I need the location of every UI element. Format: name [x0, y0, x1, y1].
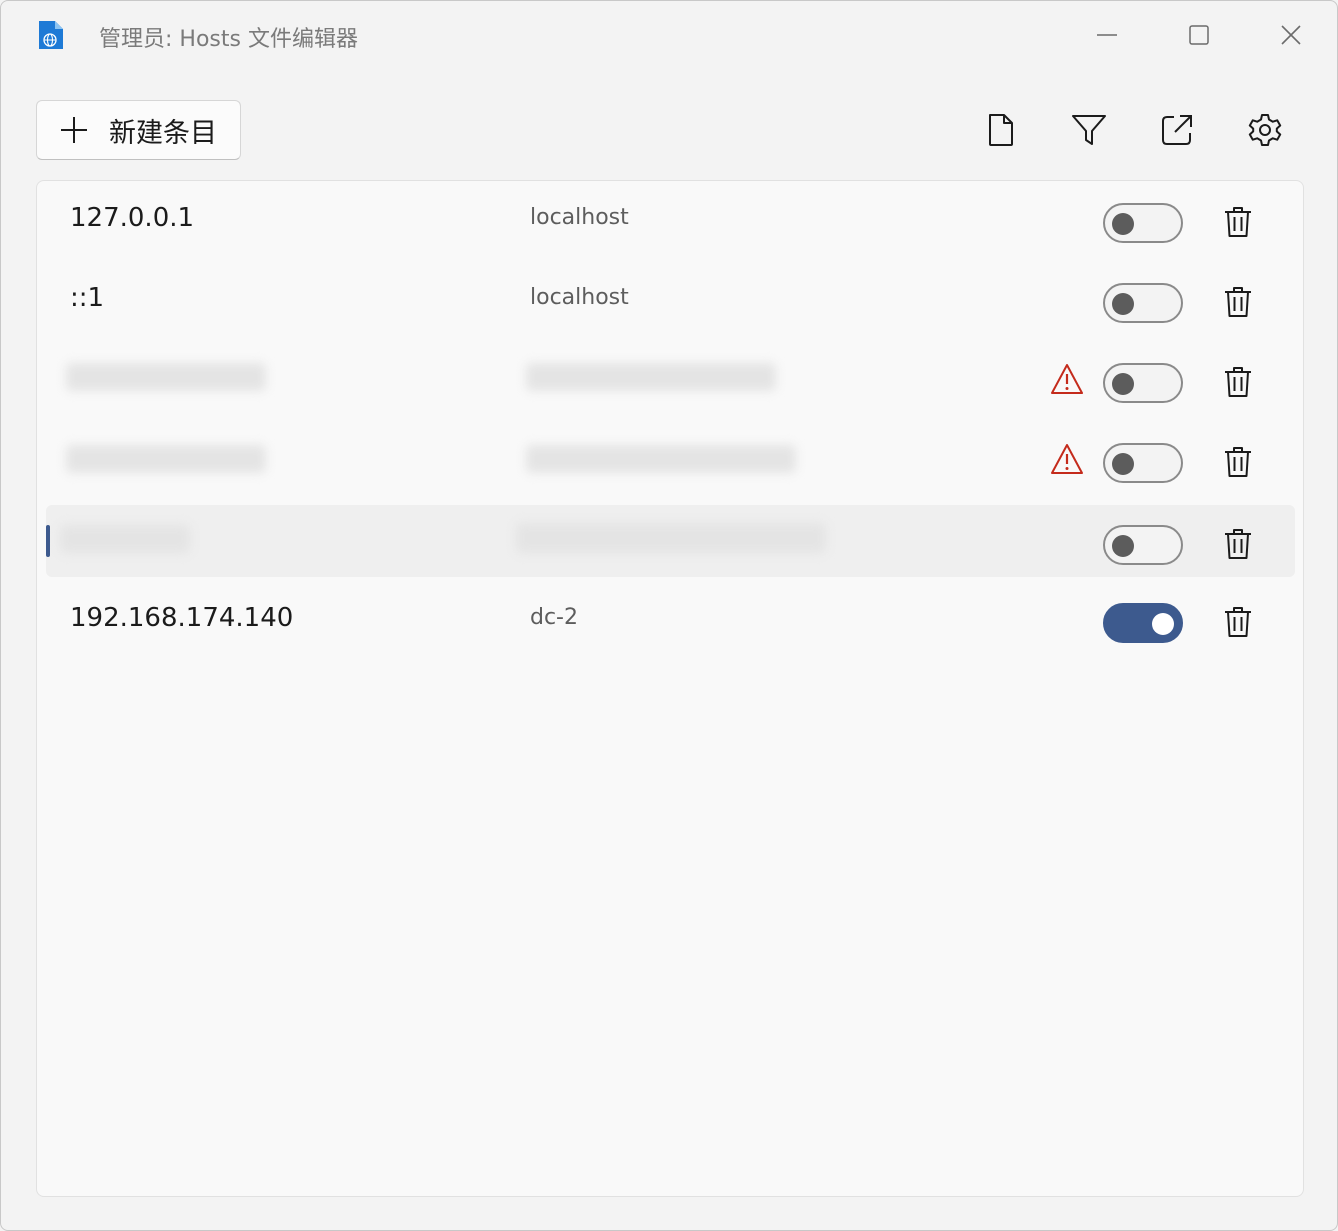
redacted-hosts — [516, 523, 826, 553]
maximize-icon — [1189, 25, 1209, 45]
toggle-knob — [1112, 213, 1134, 235]
filter-button[interactable] — [1066, 107, 1112, 153]
toggle-knob — [1112, 373, 1134, 395]
title-bar[interactable]: 管理员: Hosts 文件编辑器 — [1, 1, 1337, 71]
redacted-hosts — [526, 445, 796, 473]
entry-active-toggle[interactable] — [1103, 283, 1183, 323]
toggle-knob — [1112, 453, 1134, 475]
minimize-icon — [1097, 34, 1117, 36]
open-hosts-file-button[interactable] — [978, 107, 1024, 153]
entry-ip: 192.168.174.140 — [70, 603, 294, 633]
toggle-knob — [1152, 613, 1174, 635]
hosts-entry-list: 127.0.0.1 localhost ::1 localhost 192.16… — [36, 180, 1304, 1197]
entry-hosts: localhost — [530, 205, 629, 230]
maximize-button[interactable] — [1159, 7, 1239, 63]
selection-indicator — [46, 525, 50, 557]
list-item-selected[interactable] — [46, 505, 1295, 577]
entry-active-toggle[interactable] — [1103, 363, 1183, 403]
toggle-knob — [1112, 293, 1134, 315]
delete-icon[interactable] — [1222, 205, 1254, 239]
new-entry-button[interactable]: 新建条目 — [36, 100, 241, 160]
delete-icon[interactable] — [1222, 605, 1254, 639]
entry-ip: 127.0.0.1 — [70, 203, 195, 233]
open-external-icon — [1162, 115, 1192, 145]
entry-hosts: localhost — [530, 285, 629, 310]
new-entry-label: 新建条目 — [109, 117, 217, 149]
redacted-ip — [66, 363, 266, 391]
redacted-hosts — [526, 363, 776, 391]
settings-icon — [1248, 114, 1282, 146]
filter-icon — [1072, 115, 1106, 145]
toggle-knob — [1112, 535, 1134, 557]
hosts-editor-window: 管理员: Hosts 文件编辑器 新建条目 127.0.0.1 localhos… — [0, 0, 1338, 1231]
warning-icon — [1051, 364, 1083, 394]
entry-active-toggle[interactable] — [1103, 525, 1183, 565]
entry-active-toggle[interactable] — [1103, 443, 1183, 483]
list-item[interactable]: 127.0.0.1 localhost — [46, 183, 1295, 255]
list-item[interactable] — [46, 423, 1295, 495]
redacted-ip — [60, 525, 190, 553]
list-item[interactable]: ::1 localhost — [46, 263, 1295, 335]
delete-icon[interactable] — [1222, 285, 1254, 319]
redacted-ip — [66, 445, 266, 473]
open-external-button[interactable] — [1154, 107, 1200, 153]
entry-ip: ::1 — [70, 283, 105, 313]
delete-icon[interactable] — [1222, 445, 1254, 479]
close-button[interactable] — [1251, 7, 1331, 63]
entry-hosts: dc-2 — [530, 605, 578, 630]
delete-icon[interactable] — [1222, 527, 1254, 561]
window-title: 管理员: Hosts 文件编辑器 — [99, 27, 358, 52]
close-icon — [1281, 25, 1301, 45]
minimize-button[interactable] — [1067, 7, 1147, 63]
entry-active-toggle[interactable] — [1103, 203, 1183, 243]
list-item[interactable] — [46, 343, 1295, 415]
warning-icon — [1051, 444, 1083, 474]
delete-icon[interactable] — [1222, 365, 1254, 399]
entry-active-toggle[interactable] — [1103, 603, 1183, 643]
plus-icon — [61, 117, 87, 143]
list-item[interactable]: 192.168.174.140 dc-2 — [46, 583, 1295, 655]
open-hosts-file-icon — [989, 114, 1013, 146]
hosts-file-globe-icon — [39, 21, 63, 49]
settings-button[interactable] — [1242, 107, 1288, 153]
